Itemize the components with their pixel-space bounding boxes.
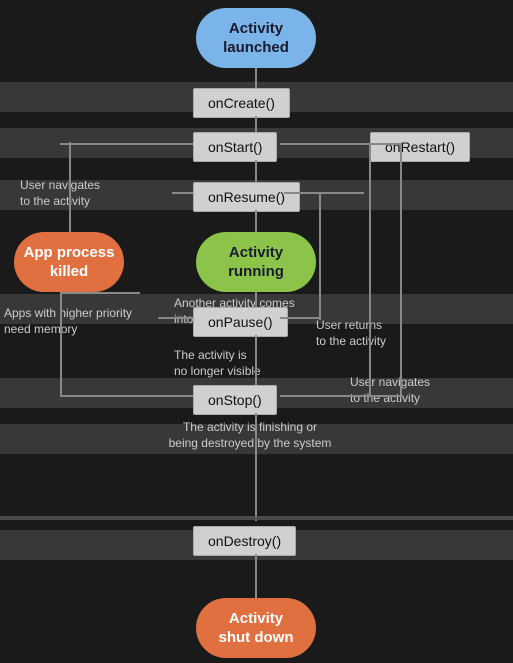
onpause-box: onPause()	[193, 307, 288, 337]
no-longer-visible-label: The activity isno longer visible	[174, 348, 319, 379]
line-onstart-to-onresume	[255, 160, 257, 182]
vline-returns-loop	[319, 192, 321, 320]
vline-onstop-to-onrestart	[369, 143, 371, 396]
line-onresume-to-running	[255, 210, 257, 232]
onresume-box: onResume()	[193, 182, 300, 212]
app-process-killed-node: App processkilled	[14, 232, 124, 292]
hline-onstop-to-onrestart	[280, 395, 370, 397]
activity-shutdown-node: Activityshut down	[196, 598, 316, 658]
vline-onstop-to-killed	[60, 292, 62, 397]
hline-restart-to-onstart	[60, 143, 193, 145]
vline-killed-loop	[69, 142, 71, 232]
line-onstop-to-ondestroy	[255, 413, 257, 521]
line-launch-to-oncreate	[255, 68, 257, 90]
user-navigates-to2-label: User navigatesto the activity	[350, 375, 495, 406]
app-process-killed-label: App processkilled	[24, 243, 115, 282]
activity-running-label: Activityrunning	[228, 243, 284, 282]
onstop-box: onStop()	[193, 385, 277, 415]
hline-onpause-returns	[280, 317, 320, 319]
hline-priority-onpause	[158, 317, 194, 319]
finishing-destroyed-label: The activity is finishing orbeing destro…	[130, 420, 370, 451]
user-navigates-to-label: User navigatesto the activity	[20, 178, 170, 209]
onrestart-box: onRestart()	[370, 132, 470, 162]
lifecycle-diagram: Activitylaunched onCreate() onStart() on…	[0, 0, 513, 20]
line-ondestroy-to-shutdown	[255, 554, 257, 598]
oncreate-box: onCreate()	[193, 88, 290, 118]
vline-nav2-loop	[400, 143, 402, 397]
activity-launched-node: Activitylaunched	[196, 8, 316, 68]
hline-returns-to-onresume	[284, 192, 320, 194]
hline-killed-right	[60, 292, 140, 294]
apps-higher-priority-label: Apps with higher priorityneed memory	[4, 306, 159, 337]
activity-running-node: Activityrunning	[196, 232, 316, 292]
user-returns-label: User returnsto the activity	[316, 318, 456, 349]
hline-onstop-left	[60, 395, 193, 397]
stripe-8	[0, 516, 513, 520]
activity-launched-label: Activitylaunched	[223, 19, 289, 58]
ondestroy-box: onDestroy()	[193, 526, 296, 556]
onstart-box: onStart()	[193, 132, 277, 162]
hline-onrestart-connect	[284, 143, 371, 145]
activity-shutdown-label: Activityshut down	[219, 609, 294, 648]
